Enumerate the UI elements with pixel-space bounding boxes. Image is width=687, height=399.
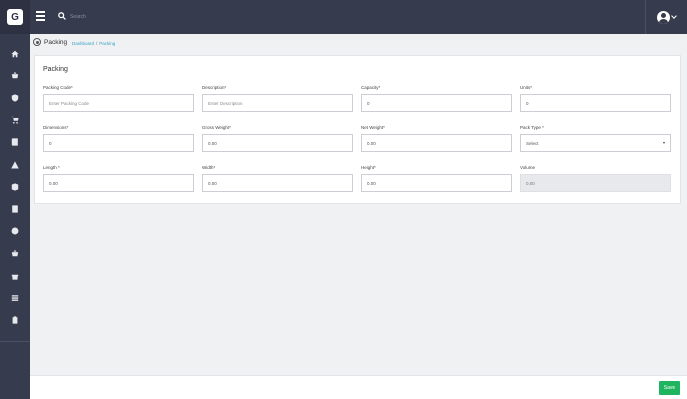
save-button[interactable]: Save (659, 381, 680, 395)
length-label: Length * (43, 165, 60, 170)
sidebar-basket-icon[interactable] (0, 68, 30, 82)
breadcrumb-dashboard-link[interactable]: Dashboard (72, 41, 94, 46)
sidebar: G (0, 0, 30, 399)
sidebar-list-icon[interactable] (0, 291, 30, 305)
page-header: Packing Dashboard / Packing (30, 34, 687, 52)
user-avatar-icon (657, 10, 670, 24)
net-weight-input[interactable] (361, 134, 512, 152)
sidebar-box-icon[interactable] (0, 180, 30, 194)
breadcrumb-current[interactable]: Packing (99, 41, 115, 46)
chevron-down-icon (671, 13, 677, 19)
packing-code-label: Packing Code* (43, 85, 73, 90)
dimensions-label: Dimensions* (43, 125, 69, 130)
net-weight-label: Net Weight* (361, 125, 385, 130)
sidebar-gift-icon[interactable] (0, 269, 30, 283)
sidebar-home-icon[interactable] (0, 47, 30, 61)
sidebar-calculator-icon[interactable] (0, 202, 30, 216)
sidebar-basket-icon[interactable] (0, 246, 30, 260)
pack-type-label: Pack Type * (520, 125, 544, 130)
units-label: Units* (520, 85, 533, 90)
capacity-label: Capacity* (361, 85, 381, 90)
sidebar-globe-icon[interactable] (0, 224, 30, 238)
top-bar (30, 0, 687, 34)
units-input[interactable] (520, 94, 671, 112)
description-input[interactable] (202, 94, 353, 112)
dimensions-input[interactable] (43, 134, 194, 152)
sidebar-book-icon[interactable] (0, 135, 30, 149)
sidebar-divider (0, 341, 30, 342)
page-title: Packing (44, 39, 68, 46)
width-label: Width* (202, 165, 216, 170)
volume-input (520, 174, 671, 192)
gross-weight-input[interactable] (202, 134, 353, 152)
logo-letter: G (11, 11, 19, 23)
capacity-input[interactable] (361, 94, 512, 112)
packing-code-input[interactable] (43, 94, 194, 112)
sidebar-warning-icon[interactable] (0, 158, 30, 172)
packing-form-card: Packing Packing Code* Description* Capac… (34, 55, 681, 204)
sidebar-clipboard-icon[interactable] (0, 313, 30, 327)
form-footer: Save (30, 375, 687, 399)
length-input[interactable] (43, 174, 194, 192)
search-input[interactable] (70, 11, 270, 23)
pack-type-selected-value: Select (526, 140, 539, 146)
pack-type-select[interactable]: Select (520, 134, 671, 152)
breadcrumb: Dashboard / Packing (72, 41, 115, 46)
search-icon (58, 12, 66, 20)
app-logo[interactable]: G (0, 0, 30, 34)
gear-icon (33, 38, 41, 46)
breadcrumb-separator: / (96, 41, 98, 46)
hamburger-menu-icon[interactable] (36, 11, 45, 21)
height-input[interactable] (361, 174, 512, 192)
gross-weight-label: Gross Weight* (202, 125, 231, 130)
sidebar-shield-icon[interactable] (0, 91, 30, 105)
height-label: Height* (361, 165, 376, 170)
user-menu-button[interactable] (645, 0, 687, 34)
caret-down-icon (663, 142, 665, 144)
width-input[interactable] (202, 174, 353, 192)
description-label: Description* (202, 85, 227, 90)
volume-label: Volume (520, 165, 536, 170)
form-title: Packing (43, 66, 68, 73)
sidebar-cart-icon[interactable] (0, 113, 30, 127)
